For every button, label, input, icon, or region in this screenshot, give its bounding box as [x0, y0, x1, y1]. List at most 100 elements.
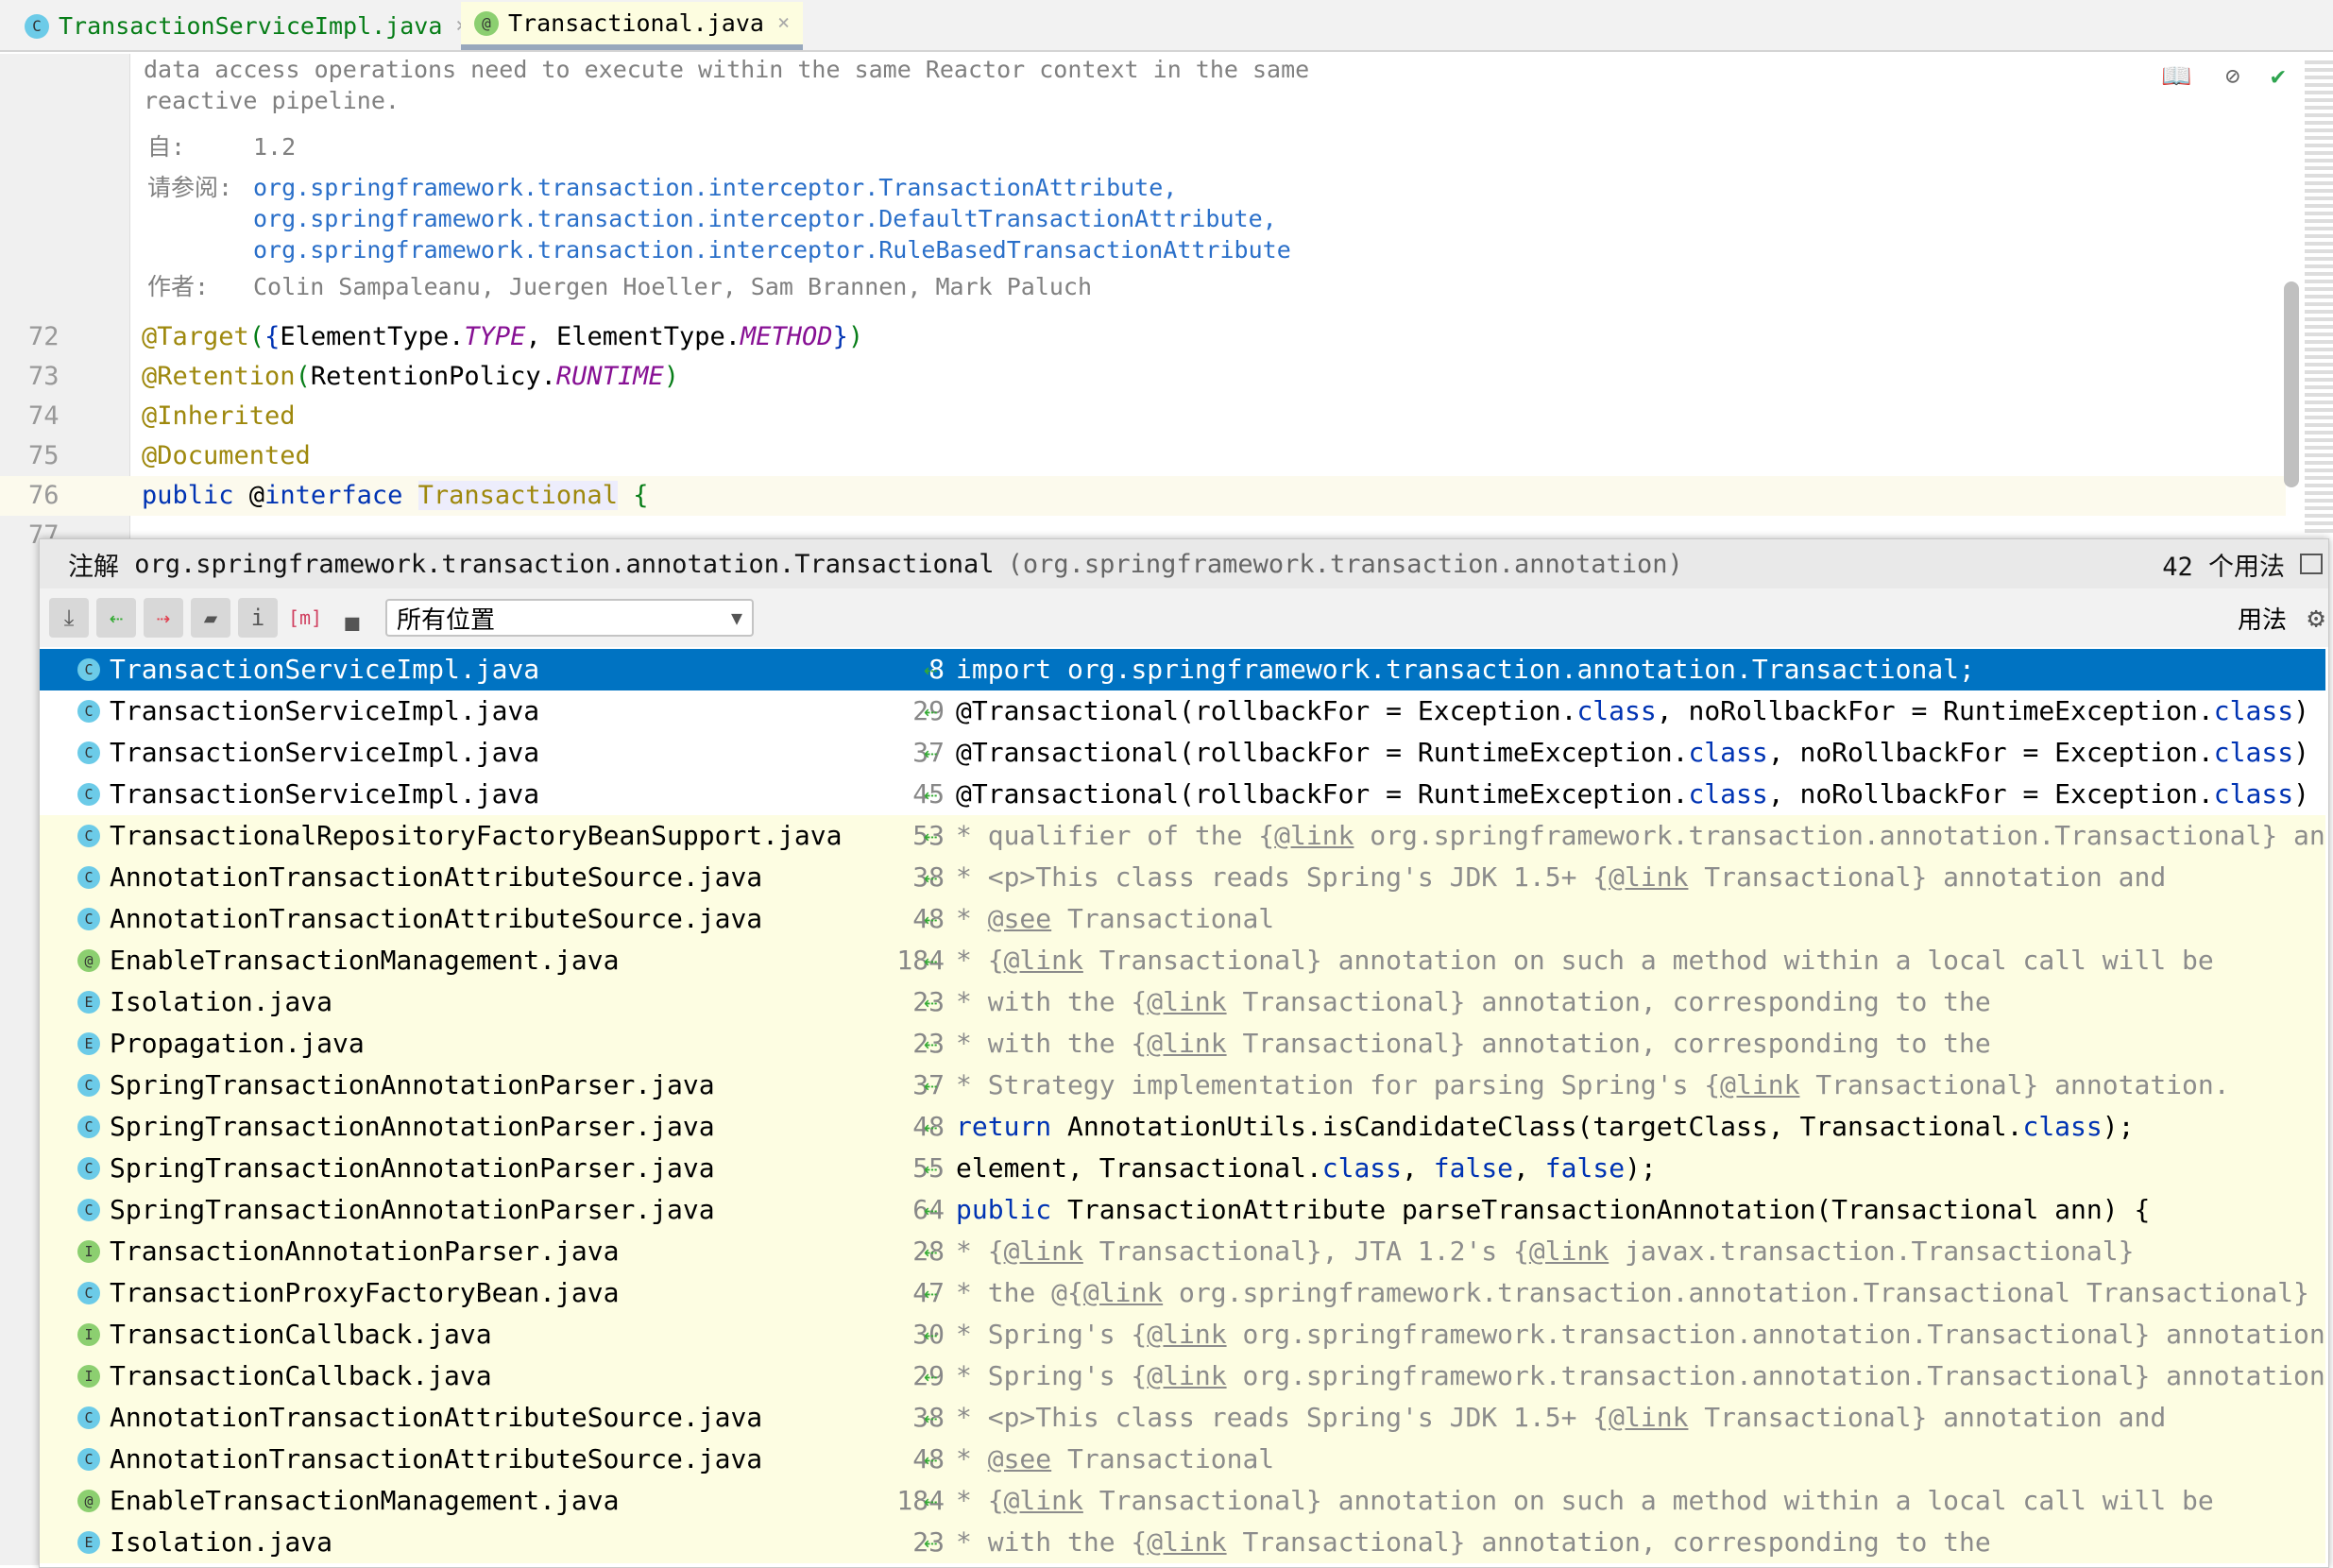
usage-row[interactable]: @ EnableTransactionManagement.java 184 ⇠ * {…	[40, 940, 2325, 981]
merge-usages-icon[interactable]: ⤓	[49, 598, 89, 638]
code-token: @link	[1147, 1526, 1227, 1558]
class-icon: C	[77, 1406, 100, 1429]
close-icon[interactable]: ×	[777, 11, 790, 35]
code-line[interactable]: 75 @Documented	[0, 436, 2286, 476]
usage-row[interactable]: E Isolation.java 23 ⇠ * with the {@link Tran…	[40, 1522, 2325, 1563]
usage-row[interactable]: C TransactionalRepositoryFactoryBeanSuppo…	[40, 815, 2325, 857]
info-icon[interactable]: i	[238, 598, 278, 638]
usage-row[interactable]: I TransactionAnnotationParser.java 28 ⇠ * {@…	[40, 1231, 2325, 1272]
usage-row[interactable]: C TransactionServiceImpl.java 45 ⇠ @Transact…	[40, 774, 2325, 815]
preview-icon[interactable]: ▄	[332, 598, 372, 638]
usage-row[interactable]: E Isolation.java 23 ⇠ * with the {@link Tran…	[40, 981, 2325, 1023]
usage-row[interactable]: C TransactionServiceImpl.java 29 ⇠ @Transact…	[40, 690, 2325, 732]
tab-label: Transactional.java	[508, 9, 764, 37]
since-label: 自:	[147, 133, 186, 161]
code-token: * with the {	[956, 1028, 1148, 1059]
write-access-icon[interactable]: ⇢	[144, 598, 183, 638]
usage-row[interactable]: C AnnotationTransactionAttributeSource.ja…	[40, 1397, 2325, 1439]
read-access-icon: ⇠	[924, 1446, 938, 1473]
usage-row[interactable]: C TransactionServiceImpl.java 37 ⇠ @Transact…	[40, 732, 2325, 774]
code-token: class	[1688, 778, 1768, 810]
code-token: AnnotationUtils.isCandidateClass(targetC…	[1051, 1111, 2023, 1142]
read-access-icon[interactable]: ⇠	[96, 598, 136, 638]
code-token: Transactional} annotation.	[1799, 1069, 2230, 1100]
class-icon: C	[77, 700, 100, 723]
minimap[interactable]	[2305, 57, 2333, 534]
reader-mode-icon[interactable]: 📖	[2161, 62, 2191, 91]
editor-scrollbar[interactable]	[2284, 281, 2299, 487]
usage-row[interactable]: E Propagation.java 23 ⇠ * with the {@link Tr…	[40, 1023, 2325, 1065]
tab-transactional[interactable]: @ Transactional.java ×	[461, 2, 804, 50]
usage-row[interactable]: @ EnableTransactionManagement.java 184 ⇠ * {…	[40, 1480, 2325, 1522]
usage-code: * with the {@link Transactional} annotat…	[956, 981, 1991, 1023]
usage-row[interactable]: C AnnotationTransactionAttributeSource.ja…	[40, 1439, 2325, 1480]
read-access-icon: ⇠	[924, 1197, 938, 1223]
doc-line: reactive pipeline.	[144, 87, 400, 114]
code-text: public @interface Transactional {	[142, 476, 648, 516]
usage-row[interactable]: C SpringTransactionAnnotationParser.java 4…	[40, 1106, 2325, 1148]
code-text: @Documented	[142, 436, 311, 476]
usage-row[interactable]: C SpringTransactionAnnotationParser.java 3…	[40, 1065, 2325, 1106]
usage-row[interactable]: C SpringTransactionAnnotationParser.java 6…	[40, 1189, 2325, 1231]
read-access-icon: ⇠	[924, 781, 938, 808]
see-link[interactable]: org.springframework.transaction.intercep…	[253, 236, 1291, 264]
code-line[interactable]: 76 public @interface Transactional {	[0, 476, 2286, 516]
code-token: class	[2022, 1111, 2103, 1142]
code-token: class	[2213, 737, 2294, 768]
code-line[interactable]: 73 @Retention(RetentionPolicy.RUNTIME)	[0, 357, 2286, 397]
check-icon: ✔	[2271, 62, 2286, 91]
code-token: false	[1433, 1152, 1514, 1184]
gear-icon[interactable]: ⚙	[2307, 602, 2324, 635]
open-in-window-icon[interactable]	[2300, 554, 2323, 574]
code-token: )	[2293, 695, 2309, 726]
usage-row[interactable]: I TransactionCallback.java 29 ⇠ * Spring's {…	[40, 1355, 2325, 1397]
code-token: );	[1625, 1152, 1657, 1184]
code-token: element, Transactional.	[956, 1152, 1322, 1184]
tab-label: TransactionServiceImpl.java	[59, 12, 443, 40]
code-token: * with the {	[956, 986, 1148, 1017]
code-token: Transactional} annotation and	[1688, 861, 2167, 893]
usage-row[interactable]: C SpringTransactionAnnotationParser.java 5…	[40, 1148, 2325, 1189]
usage-row[interactable]: C AnnotationTransactionAttributeSource.ja…	[40, 857, 2325, 898]
hide-eye-icon[interactable]: ⊘	[2225, 62, 2240, 91]
code-token: * qualifier of the {	[956, 820, 1275, 851]
usage-code: public TransactionAttribute parseTransac…	[956, 1189, 2150, 1231]
code-token: @Transactional(rollbackFor = RuntimeExce…	[956, 737, 1689, 768]
code-token: Transactional	[1051, 903, 1275, 934]
scope-dropdown[interactable]: 所有位置 ▼	[385, 599, 754, 637]
code-token: org.springframework.transaction.annotati…	[1051, 654, 1975, 685]
read-access-icon: ⇠	[924, 656, 938, 683]
see-link[interactable]: org.springframework.transaction.intercep…	[253, 174, 1177, 201]
code-line[interactable]: 74 @Inherited	[0, 397, 2286, 436]
usage-row[interactable]: I TransactionCallback.java 30 ⇠ * Spring's {…	[40, 1314, 2325, 1355]
read-access-icon: ⇠	[924, 1280, 938, 1306]
code-token: TYPE	[464, 322, 526, 351]
class-icon: C	[77, 1448, 100, 1471]
usage-row[interactable]: C TransactionServiceImpl.java 8 ⇠ import org…	[40, 649, 2325, 690]
line-number: 72	[28, 322, 60, 351]
read-access-icon: ⇠	[924, 1114, 938, 1140]
code-line[interactable]: 72 @Target({ElementType.TYPE, ElementType…	[0, 317, 2286, 357]
usage-row[interactable]: C TransactionProxyFactoryBean.java 47 ⇠ * th…	[40, 1272, 2325, 1314]
enum-icon: E	[77, 1032, 100, 1055]
code-token: RUNTIME	[555, 362, 664, 391]
code-token: Transactional} annotation on such a meth…	[1082, 1485, 2214, 1516]
class-icon: C	[77, 658, 100, 681]
code-token: class	[1321, 1152, 1403, 1184]
read-access-icon: ⇠	[924, 1529, 938, 1556]
code-token: org.springframework.transaction.annotati…	[1226, 1319, 2325, 1350]
code-token: @link	[1720, 1069, 1800, 1100]
read-access-icon: ⇠	[924, 1238, 938, 1265]
usage-file: TransactionServiceImpl.java	[110, 778, 540, 810]
tab-transactionserviceimpl[interactable]: C TransactionServiceImpl.java ×	[11, 2, 482, 50]
method-filter-icon[interactable]: [m]	[285, 598, 325, 638]
see-link[interactable]: org.springframework.transaction.intercep…	[253, 205, 1277, 232]
read-access-icon: ⇠	[924, 1321, 938, 1348]
usage-row[interactable]: C AnnotationTransactionAttributeSource.ja…	[40, 898, 2325, 940]
code-token: @Target	[142, 322, 249, 351]
usage-file: EnableTransactionManagement.java	[110, 945, 620, 976]
class-icon: C	[77, 908, 100, 930]
read-access-icon: ⇠	[924, 1072, 938, 1099]
code-token: class	[1688, 737, 1768, 768]
library-folder-icon[interactable]: ▰	[191, 598, 230, 638]
